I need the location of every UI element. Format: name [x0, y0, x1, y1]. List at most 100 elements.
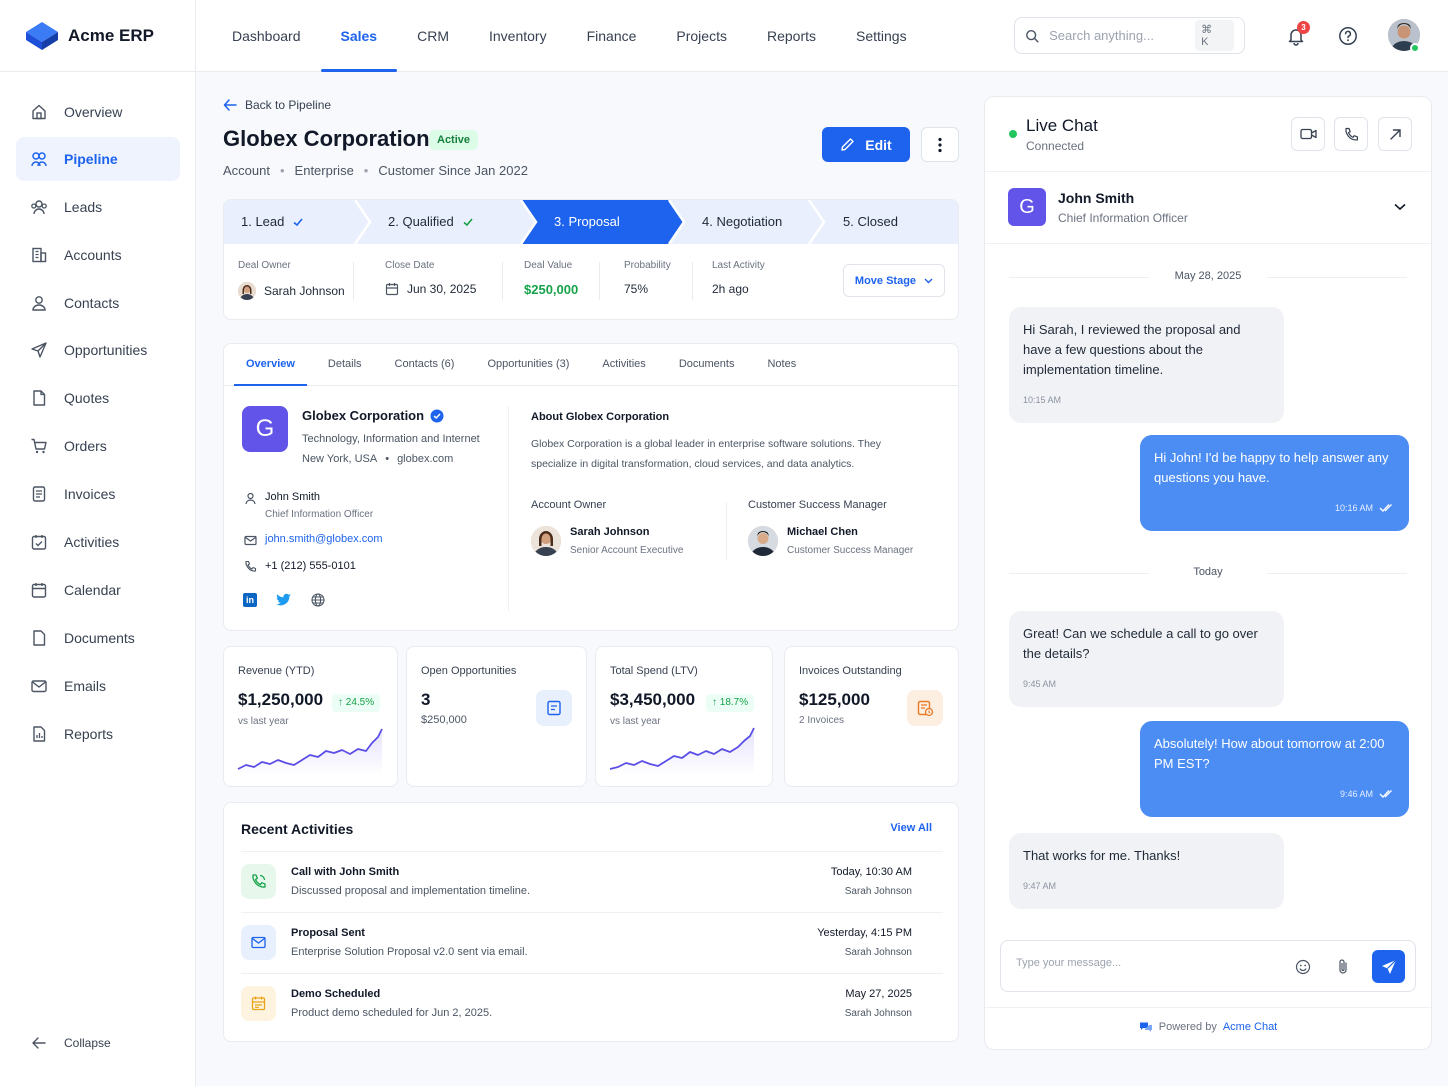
stage-negotiation[interactable]: 4. Negotiation [702, 214, 782, 229]
deal-value-amount: $250,000 [524, 282, 579, 297]
more-vertical-icon [938, 137, 942, 152]
nav-settings[interactable]: Settings [836, 0, 927, 72]
edit-button[interactable]: Edit [822, 127, 910, 162]
sidebar-item-invoices[interactable]: Invoices [16, 472, 180, 516]
global-search[interactable]: ⌘ K [1014, 17, 1245, 54]
tab-documents[interactable]: Documents [667, 344, 747, 385]
sidebar-item-documents[interactable]: Documents [16, 616, 180, 660]
search-shortcut: ⌘ K [1195, 20, 1234, 51]
arrow-left-icon [223, 99, 237, 111]
message-incoming: Hi Sarah, I reviewed the proposal and ha… [1009, 307, 1284, 423]
sidebar-item-opportunities[interactable]: Opportunities [16, 328, 180, 372]
tab-contacts[interactable]: Contacts (6) [383, 344, 467, 385]
sidebar-item-activities[interactable]: Activities [16, 520, 180, 564]
sidebar-item-overview[interactable]: Overview [16, 90, 180, 134]
chevron-down-icon[interactable] [1394, 203, 1406, 211]
view-all-link[interactable]: View All [890, 822, 932, 834]
stage-label: 5. Closed [843, 214, 898, 229]
more-options-button[interactable] [921, 127, 959, 162]
chevron-down-icon [924, 278, 933, 283]
nav-dashboard[interactable]: Dashboard [212, 0, 321, 72]
tab-details[interactable]: Details [316, 344, 374, 385]
report-icon [33, 726, 46, 742]
company-logo: G [242, 406, 288, 452]
close-date-value: Jun 30, 2025 [385, 282, 476, 296]
globe-icon[interactable] [311, 593, 325, 607]
sidebar-item-contacts[interactable]: Contacts [16, 281, 180, 325]
move-stage-button[interactable]: Move Stage [843, 264, 945, 297]
kpi-value: $3,450,000 [610, 690, 696, 709]
company-website[interactable]: globex.com [397, 453, 453, 465]
notifications-button[interactable]: 3 [1281, 21, 1311, 51]
activity-row[interactable]: Proposal Sent Enterprise Solution Propos… [241, 912, 943, 973]
sidebar-item-reports[interactable]: Reports [16, 712, 180, 756]
stage-label: 3. Proposal [554, 214, 620, 229]
popout-button[interactable] [1378, 117, 1412, 151]
stage-qualified[interactable]: 2. Qualified [388, 214, 474, 229]
sidebar-item-pipeline[interactable]: Pipeline [16, 137, 180, 181]
app-name: Acme ERP [68, 26, 154, 45]
linkedin-icon[interactable]: in [243, 593, 257, 607]
stage-closed[interactable]: 5. Closed [843, 214, 898, 229]
send-button[interactable] [1372, 950, 1405, 983]
kpi-sub: 2 Invoices [799, 715, 845, 726]
sidebar-item-quotes[interactable]: Quotes [16, 376, 180, 420]
top-bar: Acme ERP Dashboard Sales CRM Inventory F… [0, 0, 1448, 72]
video-call-button[interactable] [1291, 117, 1325, 151]
tab-opportunities[interactable]: Opportunities (3) [475, 344, 581, 385]
kpi-label: Total Spend (LTV) [610, 665, 698, 677]
contact-email-link[interactable]: john.smith@globex.com [265, 533, 383, 545]
nav-sales[interactable]: Sales [320, 0, 398, 72]
nav-inventory[interactable]: Inventory [469, 0, 567, 72]
kpi-label: Invoices Outstanding [799, 665, 902, 677]
back-to-pipeline-link[interactable]: Back to Pipeline [223, 98, 331, 112]
tab-overview[interactable]: Overview [234, 344, 307, 386]
sidebar-item-label: Accounts [64, 247, 122, 263]
calendar-icon [31, 583, 47, 598]
sidebar-collapse-button[interactable]: Collapse [16, 1021, 180, 1065]
tab-activities[interactable]: Activities [590, 344, 657, 385]
chat-composer [1000, 940, 1416, 992]
activity-row[interactable]: Demo Scheduled Product demo scheduled fo… [241, 973, 943, 1034]
sidebar-item-label: Activities [64, 534, 120, 550]
activity-title: Proposal Sent [291, 927, 365, 939]
message-input[interactable] [1016, 957, 1266, 969]
emoji-icon[interactable] [1295, 959, 1311, 975]
activity-row[interactable]: Call with John Smith Discussed proposal … [241, 851, 943, 912]
video-icon [1299, 128, 1317, 140]
message-time: 9:47 AM [1023, 881, 1057, 891]
close-date-text: Jun 30, 2025 [407, 282, 477, 296]
sidebar-item-orders[interactable]: Orders [16, 424, 180, 468]
sidebar-item-emails[interactable]: Emails [16, 664, 180, 708]
kpi-change-badge: ↑ 18.7% [706, 694, 755, 712]
stage-lead[interactable]: 1. Lead [241, 214, 304, 229]
divider [985, 171, 1431, 172]
close-date-field: Close Date Jun 30, 2025 [385, 260, 476, 296]
stage-proposal[interactable]: 3. Proposal [554, 214, 620, 229]
powered-brand-link[interactable]: Acme Chat [1223, 1021, 1277, 1033]
check-icon [463, 217, 473, 226]
kpi-revenue-card: Revenue (YTD) $1,250,000 ↑ 24.5% vs last… [223, 646, 398, 787]
help-button[interactable] [1333, 21, 1363, 51]
csm-name: Michael Chen [787, 526, 858, 538]
pencil-icon [841, 138, 854, 151]
sidebar-item-calendar[interactable]: Calendar [16, 568, 180, 612]
nav-reports[interactable]: Reports [747, 0, 836, 72]
nav-crm[interactable]: CRM [397, 0, 469, 72]
nav-finance[interactable]: Finance [567, 0, 657, 72]
company-industry: Technology, Information and Internet [302, 433, 480, 445]
tab-notes[interactable]: Notes [755, 344, 808, 385]
attachment-icon[interactable] [1337, 958, 1349, 975]
page-title: Globex Corporation [223, 126, 430, 151]
sidebar-item-accounts[interactable]: Accounts [16, 233, 180, 277]
app-logo[interactable]: Acme ERP [26, 22, 154, 50]
sidebar-item-leads[interactable]: Leads [16, 185, 180, 229]
twitter-icon[interactable] [276, 593, 292, 607]
search-input[interactable] [1049, 28, 1186, 43]
activity-time: May 27, 2025 [845, 988, 912, 1000]
activities-title: Recent Activities [241, 821, 354, 837]
message-outgoing: Hi John! I'd be happy to help answer any… [1140, 435, 1409, 531]
kpi-value: $1,250,000 [238, 690, 324, 709]
voice-call-button[interactable] [1334, 117, 1368, 151]
nav-projects[interactable]: Projects [656, 0, 747, 72]
